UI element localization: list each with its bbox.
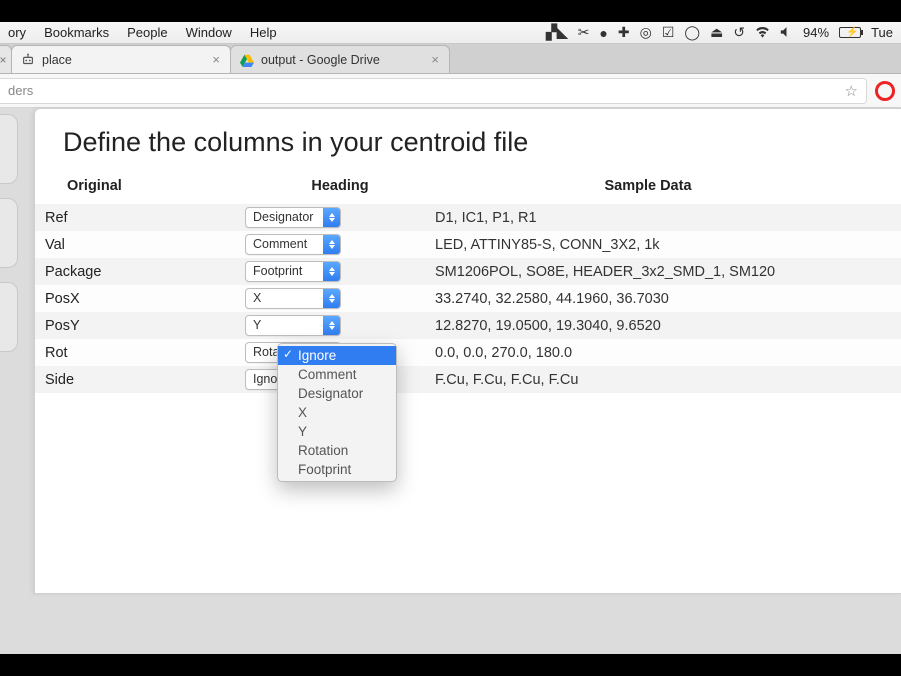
dropdown-option-comment[interactable]: Comment <box>278 365 396 384</box>
table-row: Rot Rotation 0.0, 0.0, 270.0, 180.0 <box>35 339 901 366</box>
heading-dropdown-popup: Ignore Comment Designator X Y Rotation F… <box>277 343 397 482</box>
menu-bookmarks[interactable]: Bookmarks <box>44 25 109 40</box>
left-gutter <box>0 108 30 654</box>
menu-people[interactable]: People <box>127 25 167 40</box>
stepper-arrows-icon <box>323 316 340 335</box>
original-cell: Ref <box>45 210 245 226</box>
sample-cell: D1, IC1, P1, R1 <box>435 210 901 226</box>
select-value: X <box>246 289 323 308</box>
stepper-arrows-icon <box>323 208 340 227</box>
omnibox[interactable]: ders ☆ <box>0 78 867 104</box>
gutter-tab-3[interactable] <box>0 282 18 352</box>
window-bottom-blackbar <box>0 654 901 676</box>
menubar-clock[interactable]: Tue <box>871 25 893 40</box>
select-value: Y <box>246 316 323 335</box>
menu-window[interactable]: Window <box>186 25 232 40</box>
original-cell: Val <box>45 237 245 253</box>
page-title: Define the columns in your centroid file <box>35 109 901 174</box>
table-header: Original Heading Sample Data <box>35 174 901 204</box>
original-cell: Package <box>45 264 245 280</box>
window-top-blackbar <box>0 0 901 22</box>
check-icon[interactable]: ☑ <box>662 24 675 41</box>
heading-select-posy[interactable]: Y <box>245 315 341 336</box>
menubar-status-icons: ▞◣ ✂ ● ✚ ◎ ☑ ◯ ⏏ ↺ 94% ⚡ Tue <box>546 24 893 41</box>
table-row: Ref Designator D1, IC1, P1, R1 <box>35 204 901 231</box>
original-cell: PosX <box>45 291 245 307</box>
heading-select-package[interactable]: Footprint <box>245 261 341 282</box>
original-cell: Side <box>45 372 245 388</box>
table-row: Val Comment LED, ATTINY85-S, CONN_3X2, 1… <box>35 231 901 258</box>
select-value: Footprint <box>246 262 323 281</box>
plus-icon[interactable]: ✚ <box>618 24 630 41</box>
adobe-icon[interactable]: ▞◣ <box>546 24 568 41</box>
battery-icon[interactable]: ⚡ <box>839 27 861 38</box>
stepper-arrows-icon <box>323 262 340 281</box>
dropdown-option-designator[interactable]: Designator <box>278 384 396 403</box>
mac-menubar: ory Bookmarks People Window Help ▞◣ ✂ ● … <box>0 22 901 44</box>
timemachine-icon[interactable]: ↺ <box>733 24 745 41</box>
original-cell: Rot <box>45 345 245 361</box>
robot-icon <box>20 52 36 68</box>
dropdown-option-rotation[interactable]: Rotation <box>278 441 396 460</box>
stepper-arrows-icon <box>323 235 340 254</box>
cloud-icon[interactable]: ● <box>599 25 607 41</box>
browser-addressbar: ders ☆ <box>0 74 901 108</box>
original-cell: PosY <box>45 318 245 334</box>
stepper-arrows-icon <box>323 289 340 308</box>
table-row: Side Ignore F.Cu, F.Cu, F.Cu, F.Cu <box>35 366 901 393</box>
heading-select-ref[interactable]: Designator <box>245 207 341 228</box>
tab-output-drive[interactable]: output - Google Drive × <box>230 45 450 73</box>
main-panel: Define the columns in your centroid file… <box>34 108 901 594</box>
sample-cell: LED, ATTINY85-S, CONN_3X2, 1k <box>435 237 901 253</box>
sample-cell: SM1206POL, SO8E, HEADER_3x2_SMD_1, SM120 <box>435 264 901 280</box>
table-row: PosX X 33.2740, 32.2580, 44.1960, 36.703… <box>35 285 901 312</box>
heading-select-posx[interactable]: X <box>245 288 341 309</box>
page-body: Define the columns in your centroid file… <box>0 108 901 654</box>
scissors-icon[interactable]: ✂ <box>578 24 590 41</box>
browser-tabstrip: × place × output - Google Drive × <box>0 44 901 74</box>
close-icon[interactable]: × <box>427 52 443 67</box>
sample-cell: 0.0, 0.0, 270.0, 180.0 <box>435 345 901 361</box>
column-mapping-table: Original Heading Sample Data Ref Designa… <box>35 174 901 393</box>
tab-place[interactable]: place × <box>11 45 231 73</box>
close-icon[interactable]: × <box>208 52 224 67</box>
menu-history[interactable]: ory <box>8 25 26 40</box>
volume-icon[interactable] <box>780 25 793 41</box>
header-heading: Heading <box>245 178 435 194</box>
menu-help[interactable]: Help <box>250 25 277 40</box>
sample-cell: 33.2740, 32.2580, 44.1960, 36.7030 <box>435 291 901 307</box>
airplay-icon[interactable]: ⏏ <box>710 24 723 41</box>
drive-icon <box>239 52 255 68</box>
chat-icon[interactable]: ◯ <box>684 24 700 41</box>
sample-cell: F.Cu, F.Cu, F.Cu, F.Cu <box>435 372 901 388</box>
bookmark-star-icon[interactable]: ☆ <box>845 82 858 100</box>
tab-title: output - Google Drive <box>261 53 427 67</box>
gutter-tab-2[interactable] <box>0 198 18 268</box>
gutter-tab-1[interactable] <box>0 114 18 184</box>
dropdown-option-y[interactable]: Y <box>278 422 396 441</box>
header-sample: Sample Data <box>435 178 901 194</box>
heading-select-val[interactable]: Comment <box>245 234 341 255</box>
header-original: Original <box>45 178 245 194</box>
table-row: Package Footprint SM1206POL, SO8E, HEADE… <box>35 258 901 285</box>
dropdown-option-x[interactable]: X <box>278 403 396 422</box>
select-value: Comment <box>246 235 323 254</box>
wifi-icon[interactable] <box>755 25 770 41</box>
dropdown-option-ignore[interactable]: Ignore <box>278 346 396 365</box>
tab-title: place <box>42 53 208 67</box>
select-value: Designator <box>246 208 323 227</box>
dropdown-option-footprint[interactable]: Footprint <box>278 460 396 479</box>
sample-cell: 12.8270, 19.0500, 19.3040, 9.6520 <box>435 318 901 334</box>
cc-icon[interactable]: ◎ <box>640 24 652 41</box>
battery-percent: 94% <box>803 25 829 40</box>
omnibox-text: ders <box>8 83 845 98</box>
table-row: PosY Y 12.8270, 19.0500, 19.3040, 9.6520 <box>35 312 901 339</box>
opera-extension-icon[interactable] <box>875 81 895 101</box>
